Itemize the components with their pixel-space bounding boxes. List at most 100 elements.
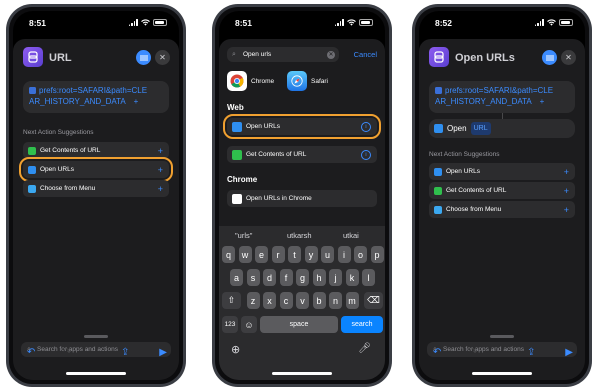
key-j[interactable]: j: [329, 269, 342, 286]
key-h[interactable]: h: [312, 269, 326, 286]
suggestion-get-contents-of-url[interactable]: Get Contents of URL +: [429, 182, 575, 199]
search-actions-field[interactable]: ⌕ Search for apps and actions: [21, 342, 171, 357]
key-o[interactable]: o: [354, 246, 367, 263]
key-i[interactable]: i: [337, 246, 351, 263]
undo-icon[interactable]: ↶: [27, 347, 35, 358]
key-n[interactable]: n: [329, 292, 342, 309]
close-button[interactable]: ✕: [155, 50, 170, 65]
suggestion-label: Choose from Menu: [40, 185, 96, 192]
backspace-icon: ⌫: [367, 295, 380, 305]
emoji-icon: ☺: [244, 319, 254, 330]
suggestions-header: Next Action Suggestions: [23, 129, 94, 136]
phone-2: 8:51 ⌕ Open urls ✕ Cancel Chrome Safari …: [212, 4, 392, 387]
key-g[interactable]: g: [296, 269, 309, 286]
close-button[interactable]: ✕: [561, 50, 576, 65]
emoji-key[interactable]: ☺: [241, 316, 257, 333]
add-icon[interactable]: +: [564, 186, 569, 196]
get-contents-icon: [28, 146, 36, 155]
add-icon[interactable]: +: [564, 167, 569, 177]
open-urls-action[interactable]: Open URL: [429, 119, 575, 138]
link-icon: [435, 87, 442, 94]
key-u[interactable]: u: [321, 246, 334, 263]
section-web: Web: [227, 103, 244, 112]
suggestion-label: Open URLs: [446, 168, 480, 175]
url-text-field[interactable]: prefs:root=SAFARI&path=CLE AR_HISTORY_AN…: [429, 81, 575, 113]
search-actions-field[interactable]: ⌕ Search for apps and actions: [427, 342, 577, 357]
key-s[interactable]: s: [246, 269, 260, 286]
options-button[interactable]: [136, 50, 151, 65]
share-icon[interactable]: ⇪: [121, 347, 129, 358]
link-icon: [29, 87, 36, 94]
action-search-input[interactable]: ⌕ Open urls ✕: [227, 47, 339, 62]
key-q[interactable]: q: [222, 246, 235, 263]
shortcut-app-icon[interactable]: [23, 47, 43, 67]
prediction-1[interactable]: "urls": [235, 231, 252, 240]
delete-key[interactable]: ⌫: [364, 292, 383, 309]
status-icons: [334, 19, 373, 26]
key-p[interactable]: p: [370, 246, 384, 263]
key-t[interactable]: t: [288, 246, 301, 263]
key-x[interactable]: x: [263, 292, 276, 309]
cancel-button[interactable]: Cancel: [354, 50, 377, 59]
safari-app-icon[interactable]: [287, 71, 307, 91]
url-line-2: AR_HISTORY_AND_DATA: [29, 97, 126, 106]
status-icons: [128, 19, 167, 26]
share-icon[interactable]: ⇪: [527, 347, 535, 358]
shift-key[interactable]: ⇧: [222, 292, 241, 309]
clear-icon[interactable]: ✕: [327, 50, 335, 59]
key-a[interactable]: a: [230, 269, 243, 286]
play-icon[interactable]: ▶: [565, 347, 573, 358]
suggestion-label: Get Contents of URL: [446, 187, 507, 194]
key-k[interactable]: k: [345, 269, 359, 286]
key-b[interactable]: b: [312, 292, 326, 309]
play-icon[interactable]: ▶: [159, 347, 167, 358]
key-v[interactable]: v: [296, 292, 309, 309]
get-contents-icon: [232, 149, 242, 160]
url-variable-token[interactable]: URL: [470, 122, 491, 135]
grabber[interactable]: [84, 335, 108, 338]
add-icon[interactable]: +: [158, 146, 163, 156]
key-m[interactable]: m: [345, 292, 359, 309]
search-key[interactable]: search: [341, 316, 383, 333]
redo-icon[interactable]: ↷: [63, 347, 71, 358]
suggestion-open-urls[interactable]: Open URLs +: [429, 163, 575, 180]
result-label: Open URLs in Chrome: [246, 195, 312, 202]
numbers-key[interactable]: 123: [222, 316, 238, 333]
url-add-variable[interactable]: +: [540, 97, 545, 106]
add-icon[interactable]: +: [158, 184, 163, 194]
chrome-app-icon[interactable]: [227, 71, 247, 91]
key-y[interactable]: y: [304, 246, 318, 263]
undo-icon[interactable]: ↶: [433, 347, 441, 358]
key-w[interactable]: w: [238, 246, 252, 263]
key-c[interactable]: c: [279, 292, 293, 309]
sliders-icon: [545, 55, 554, 60]
phone-1: 8:51 URL ✕ prefs:root=SAFARI&path=CLE AR…: [6, 4, 186, 387]
url-text-field[interactable]: prefs:root=SAFARI&path=CLE AR_HISTORY_AN…: [23, 81, 169, 113]
suggestion-choose-from-menu[interactable]: Choose from Menu +: [429, 201, 575, 218]
space-key[interactable]: space: [260, 316, 338, 333]
prediction-3[interactable]: utkai: [343, 231, 359, 240]
key-f[interactable]: f: [279, 269, 293, 286]
url-add-variable[interactable]: +: [134, 97, 139, 106]
info-icon[interactable]: i: [361, 149, 371, 160]
microphone-icon[interactable]: 🎤︎: [358, 343, 371, 354]
result-get-contents-of-url[interactable]: Get Contents of URL i: [227, 146, 377, 163]
redo-icon[interactable]: ↷: [469, 347, 477, 358]
key-e[interactable]: e: [255, 246, 268, 263]
grabber[interactable]: [490, 335, 514, 338]
suggestion-choose-from-menu[interactable]: Choose from Menu +: [23, 180, 169, 197]
search-sheet: ⌕ Open urls ✕ Cancel Chrome Safari Web O…: [219, 39, 385, 380]
phone-3-screen: 8:52 Open URLs ✕ prefs:root=SAFARI&path=…: [419, 11, 585, 380]
globe-icon[interactable]: ⊕: [231, 343, 240, 356]
url-line-1: prefs:root=SAFARI&path=CLE: [39, 86, 148, 95]
options-button[interactable]: [542, 50, 557, 65]
add-icon[interactable]: +: [564, 205, 569, 215]
key-z[interactable]: z: [246, 292, 260, 309]
key-r[interactable]: r: [271, 246, 285, 263]
shortcut-app-icon[interactable]: [429, 47, 449, 67]
url-line-1: prefs:root=SAFARI&path=CLE: [445, 86, 554, 95]
key-l[interactable]: l: [362, 269, 375, 286]
key-d[interactable]: d: [263, 269, 276, 286]
result-open-urls-in-chrome[interactable]: Open URLs in Chrome: [227, 190, 377, 207]
prediction-2[interactable]: utkarsh: [287, 231, 312, 240]
